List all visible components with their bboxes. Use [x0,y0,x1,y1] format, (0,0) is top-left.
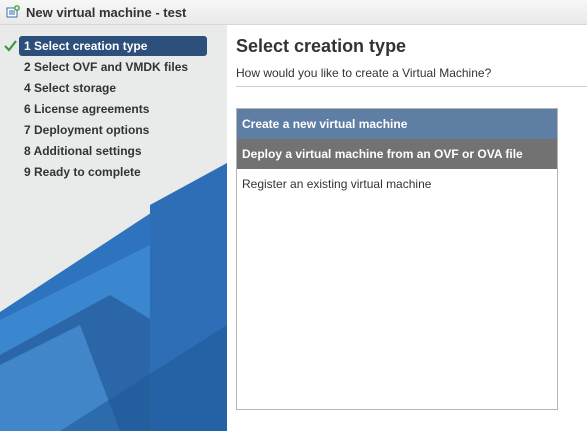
wizard-steps-sidebar: 1 Select creation type 2 Select OVF and … [0,25,227,431]
page-subtitle: How would you like to create a Virtual M… [236,66,492,80]
window-title: New virtual machine - test [26,4,187,20]
page-title: Select creation type [236,36,407,56]
wizard-step-list: 1 Select creation type 2 Select OVF and … [0,36,227,183]
step-label: 6 License agreements [24,102,150,116]
header-divider [236,86,587,87]
option-create-new-vm[interactable]: Create a new virtual machine [237,109,557,139]
step-label: 8 Additional settings [24,144,142,158]
step-ready-to-complete[interactable]: 9 Ready to complete [0,162,227,183]
step-select-ovf-vmdk-files[interactable]: 2 Select OVF and VMDK files [0,57,227,78]
step-select-storage[interactable]: 4 Select storage [0,78,227,99]
option-register-existing-vm[interactable]: Register an existing virtual machine [237,169,557,199]
step-license-agreements[interactable]: 6 License agreements [0,99,227,120]
step-additional-settings[interactable]: 8 Additional settings [0,141,227,162]
step-deployment-options[interactable]: 7 Deployment options [0,120,227,141]
new-vm-dialog: New virtual machine - test 1 Select crea… [0,0,587,431]
option-deploy-from-ovf-ova[interactable]: Deploy a virtual machine from an OVF or … [237,139,557,169]
main-content: Select creation type How would you like … [227,25,587,431]
step-label: 2 Select OVF and VMDK files [24,60,189,74]
step-label: 9 Ready to complete [24,165,141,179]
creation-type-list[interactable]: Create a new virtual machine Deploy a vi… [236,108,558,410]
step-select-creation-type[interactable]: 1 Select creation type [0,36,227,57]
title-bar: New virtual machine - test [0,0,587,25]
new-vm-icon [6,5,20,19]
step-label: 4 Select storage [24,81,117,95]
step-label: 7 Deployment options [24,123,150,137]
checkmark-icon [4,40,17,52]
step-label: 1 Select creation type [19,36,207,56]
